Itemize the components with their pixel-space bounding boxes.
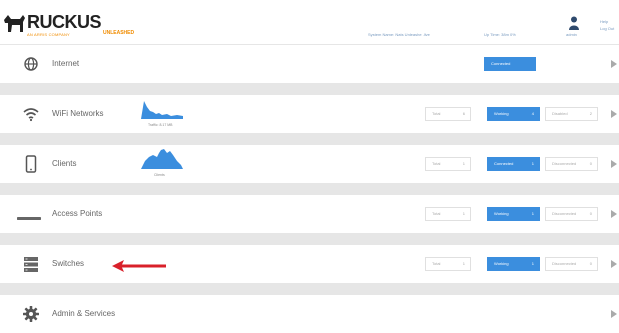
access-point-icon <box>17 217 41 220</box>
clients-disconnected-count: 0 <box>589 161 592 166</box>
wifi-working-label: Working <box>494 111 509 116</box>
user-label: admin <box>566 32 577 37</box>
switches-label: Switches <box>52 259 85 268</box>
clients-sparkline <box>141 149 183 169</box>
ap-disconnected-label: Disconnected <box>552 211 577 216</box>
ap-disconnected-badge[interactable]: Disconnected 0 <box>545 207 598 221</box>
mobile-device-icon <box>25 155 37 173</box>
ap-total-count: 1 <box>462 211 465 216</box>
up-time: Up Time: 38m 0% <box>484 32 516 37</box>
ruckus-dog-logo-icon <box>4 15 25 32</box>
expand-arrow-icon[interactable] <box>611 260 617 268</box>
expand-arrow-icon[interactable] <box>611 60 617 68</box>
wifi-networks-label: WiFi Networks <box>52 109 104 118</box>
internet-row[interactable]: Internet Connected <box>0 45 619 83</box>
clients-total-badge[interactable]: Total 1 <box>425 157 471 171</box>
ap-disconnected-count: 0 <box>589 211 592 216</box>
expand-arrow-icon[interactable] <box>611 210 617 218</box>
ap-working-count: 1 <box>531 211 534 216</box>
switches-working-label: Working <box>494 261 509 266</box>
access-points-label: Access Points <box>52 209 103 218</box>
admin-services-label: Admin & Services <box>52 309 116 318</box>
clients-label: Clients <box>52 159 77 168</box>
logout-link[interactable]: Log Out <box>600 25 614 32</box>
annotation-arrow-icon <box>112 260 166 272</box>
brand-tagline: AN ARRIS COMPANY <box>27 32 70 37</box>
system-name: System Name: Nats Unleashe .llve <box>368 32 430 37</box>
access-points-row[interactable]: Access Points Total 1 Working 1 Disconne… <box>0 195 619 233</box>
clients-chart-label: Clients <box>154 173 165 177</box>
wifi-disabled-badge[interactable]: Disabled 2 <box>545 107 598 121</box>
ap-working-label: Working <box>494 211 509 216</box>
clients-connected-count: 1 <box>531 161 534 166</box>
switches-working-count: 1 <box>531 261 534 266</box>
switches-row[interactable]: Switches Total 1 Working 1 Disconnected … <box>0 245 619 283</box>
clients-total-label: Total <box>432 161 441 166</box>
internet-status-badge[interactable]: Connected <box>484 57 536 71</box>
top-header: RUCKUS AN ARRIS COMPANY UNLEASHED System… <box>0 0 619 44</box>
gear-icon <box>23 306 39 322</box>
clients-connected-label: Connected <box>494 161 514 166</box>
internet-status-text: Connected <box>491 61 511 66</box>
user-menu[interactable]: admin <box>566 16 582 38</box>
switches-disconnected-badge[interactable]: Disconnected 0 <box>545 257 598 271</box>
product-name: UNLEASHED <box>103 30 135 36</box>
wifi-networks-row[interactable]: WiFi Networks Traffic: 8.17 MB Total 6 W… <box>0 95 619 133</box>
ap-total-label: Total <box>432 211 441 216</box>
traffic-sparkline <box>141 101 183 119</box>
user-icon <box>569 16 579 30</box>
wifi-disabled-label: Disabled <box>552 111 568 116</box>
clients-disconnected-badge[interactable]: Disconnected 0 <box>545 157 598 171</box>
admin-services-row[interactable]: Admin & Services <box>0 295 619 333</box>
switches-total-label: Total <box>432 261 441 266</box>
clients-total-count: 1 <box>462 161 465 166</box>
switches-working-badge[interactable]: Working 1 <box>487 257 540 271</box>
brand-name: RUCKUS <box>27 12 102 32</box>
traffic-label: Traffic: 8.17 MB <box>148 123 173 127</box>
clients-disconnected-label: Disconnected <box>552 161 577 166</box>
switches-total-count: 1 <box>462 261 465 266</box>
wifi-working-badge[interactable]: Working 4 <box>487 107 540 121</box>
switch-icon <box>24 257 38 272</box>
clients-connected-badge[interactable]: Connected 1 <box>487 157 540 171</box>
ap-total-badge[interactable]: Total 1 <box>425 207 471 221</box>
help-link[interactable]: Help <box>600 18 614 25</box>
globe-icon <box>24 57 38 71</box>
wifi-total-badge[interactable]: Total 6 <box>425 107 471 121</box>
wifi-icon <box>23 108 39 122</box>
switches-disconnected-label: Disconnected <box>552 261 577 266</box>
expand-arrow-icon[interactable] <box>611 110 617 118</box>
wifi-total-count: 6 <box>462 111 465 116</box>
switches-disconnected-count: 0 <box>589 261 592 266</box>
expand-arrow-icon[interactable] <box>611 160 617 168</box>
help-links: Help Log Out <box>600 18 614 32</box>
ruckus-logo: RUCKUS AN ARRIS COMPANY UNLEASHED <box>3 10 153 40</box>
switches-total-badge[interactable]: Total 1 <box>425 257 471 271</box>
expand-arrow-icon[interactable] <box>611 310 617 318</box>
wifi-total-label: Total <box>432 111 441 116</box>
clients-row[interactable]: Clients Clients Total 1 Connected 1 Disc… <box>0 145 619 183</box>
wifi-working-count: 4 <box>531 111 534 116</box>
wifi-disabled-count: 2 <box>589 111 592 116</box>
ap-working-badge[interactable]: Working 1 <box>487 207 540 221</box>
internet-label: Internet <box>52 59 80 68</box>
